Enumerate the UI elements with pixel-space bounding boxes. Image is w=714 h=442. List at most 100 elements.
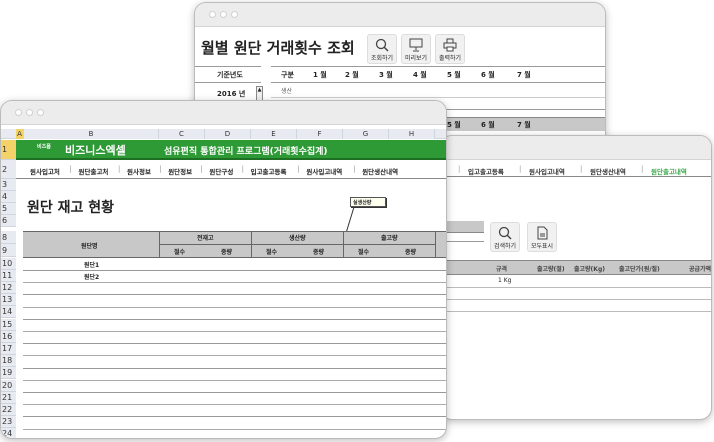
row-header[interactable]: 14 (1, 306, 16, 319)
row-header[interactable]: 22 (1, 404, 16, 416)
row-header[interactable]: 21 (1, 391, 16, 404)
nav-bar: 입고출고등록 | 원사입고내역 | 원단생산내역 | 원단출고내역 | (441, 163, 711, 177)
row-header[interactable]: 3 (1, 179, 16, 191)
month-column-header: 4 월 (413, 71, 427, 79)
month-column-header: 구분 (281, 71, 294, 79)
column-header: 규격 (496, 266, 508, 273)
row-header[interactable]: 24 (1, 428, 16, 438)
month-column-header: 5 월 (447, 71, 461, 79)
month-column-header: 7 월 (517, 71, 531, 79)
document-icon (537, 226, 548, 240)
nav-item[interactable]: 원사입고처 (30, 166, 60, 176)
row-header[interactable]: 11 (1, 270, 16, 282)
month-column-header: 7 월 (517, 121, 531, 129)
print-button[interactable]: 출력하기 (435, 34, 465, 64)
row-header[interactable]: 15 (1, 318, 16, 331)
filter-bar (441, 221, 484, 233)
row-header[interactable]: 20 (1, 379, 16, 392)
fabric-shipment-window: 입고출고등록 | 원사입고내역 | 원단생산내역 | 원단출고내역 | 검색하기 모두표시 규… (440, 135, 712, 420)
group-header: 생산량 (289, 235, 306, 242)
row-header[interactable]: 2 (1, 160, 16, 179)
column-header-H[interactable]: H (389, 129, 435, 139)
group-header: 전재고 (197, 235, 214, 242)
nav-item[interactable]: 원단생산내역 (362, 166, 398, 176)
sub-header: 절수 (266, 249, 278, 256)
table-row-line (23, 306, 446, 308)
nav-item[interactable]: 원단정보 (168, 166, 192, 176)
row-header[interactable]: 9 (1, 244, 16, 257)
row-header[interactable]: 6 (1, 215, 16, 227)
sub-header: 중량 (221, 249, 233, 256)
nav-item[interactable]: 원단구성 (209, 166, 233, 176)
table-row-line (23, 270, 446, 271)
table-row-line (23, 282, 446, 284)
table-row-line (23, 343, 446, 345)
row-header[interactable]: 19 (1, 367, 16, 380)
window-controls[interactable] (209, 11, 238, 18)
column-header-D[interactable]: D (205, 129, 251, 139)
fabric-name-cell: 원단1 (84, 262, 100, 269)
nav-item[interactable]: 입고출고등록 (468, 166, 504, 176)
page-title: 월별 원단 거래횟수 조회 (201, 39, 355, 57)
column-header: 출고단가(원/절) (619, 266, 660, 273)
nav-item[interactable]: 원사입고내역 (529, 166, 565, 176)
printer-icon (443, 38, 457, 52)
row-header[interactable]: 23 (1, 416, 16, 429)
page-title: 원단 재고 현황 (27, 200, 115, 216)
year-value: 2016 년 (217, 90, 246, 98)
nav-item[interactable]: 원단출고처 (79, 166, 109, 176)
sub-header: 중량 (313, 249, 325, 256)
row-header[interactable]: 17 (1, 343, 16, 355)
table-row-line (23, 404, 446, 406)
table-row-line (23, 355, 446, 357)
column-header: 공급가액 (689, 266, 712, 273)
row-header[interactable]: 13 (1, 294, 16, 307)
table-row-line (23, 392, 446, 393)
search-button[interactable]: 검색하기 (490, 222, 520, 252)
column-header: 출고량(절) (537, 266, 565, 273)
fabric-name-cell: 원단2 (84, 274, 100, 281)
nav-item[interactable]: 원사입고내역 (306, 166, 342, 176)
sub-header: 중량 (405, 249, 417, 256)
nav-item[interactable]: 입고출고등록 (251, 166, 287, 176)
table-row-line (23, 428, 446, 430)
month-column-header: 2 월 (345, 71, 359, 79)
row-header[interactable]: 18 (1, 355, 16, 368)
table-header: 규격 출고량(절) 출고량(Kg) 출고단가(원/절) 공급가액 (441, 260, 712, 275)
row-header[interactable]: 10 (1, 258, 16, 270)
row-header[interactable]: 16 (1, 330, 16, 343)
row-header[interactable]: 1 (1, 140, 16, 160)
month-column-header: 3 월 (379, 71, 393, 79)
table-row-line (23, 331, 446, 332)
table-row-line (23, 379, 446, 381)
sub-header: 절수 (174, 249, 186, 256)
column-header-G[interactable]: G (343, 129, 389, 139)
month-column-header: 6 월 (481, 121, 495, 129)
row-header[interactable]: 12 (1, 282, 16, 294)
window-controls[interactable] (15, 109, 44, 116)
group-header: 출고량 (381, 235, 398, 242)
program-title: 섬유편직 통합관리 프로그램(거래횟수집계) (164, 147, 328, 157)
column-header-C[interactable]: C (159, 129, 205, 139)
fabric-inventory-window: ABCDEFGH 1 2 3 4 5 6 8 9 10 11 12 13 14 15 16 17 18 19 20 2… (0, 100, 447, 439)
preview-button[interactable]: 미리보기 (401, 34, 431, 64)
column-header-E[interactable]: E (251, 129, 297, 139)
search-icon (498, 226, 512, 240)
column-header-A[interactable]: A (16, 129, 24, 139)
table-row-line (23, 367, 446, 369)
title-bar (441, 136, 711, 160)
show-all-button[interactable]: 모두표시 (527, 222, 557, 252)
nav-item[interactable]: 원단출고내역 (651, 166, 687, 176)
row-header[interactable]: 4 (1, 191, 16, 203)
year-label: 기준년도 (217, 71, 243, 79)
column-header-B[interactable]: B (24, 129, 159, 139)
row-header[interactable]: 8 (1, 231, 16, 244)
nav-item[interactable]: 원단생산내역 (590, 166, 626, 176)
row-header[interactable]: 5 (1, 203, 16, 215)
nav-item[interactable]: 원사정보 (127, 166, 151, 176)
column-header-F[interactable]: F (297, 129, 343, 139)
sub-header: 절수 (358, 249, 370, 256)
spec-cell: 1 Kg (498, 277, 512, 284)
search-button[interactable]: 조회하기 (367, 34, 397, 64)
brand-banner: 비즈폼 비즈니스엑셀 섬유편직 통합관리 프로그램(거래횟수집계) (16, 140, 446, 160)
